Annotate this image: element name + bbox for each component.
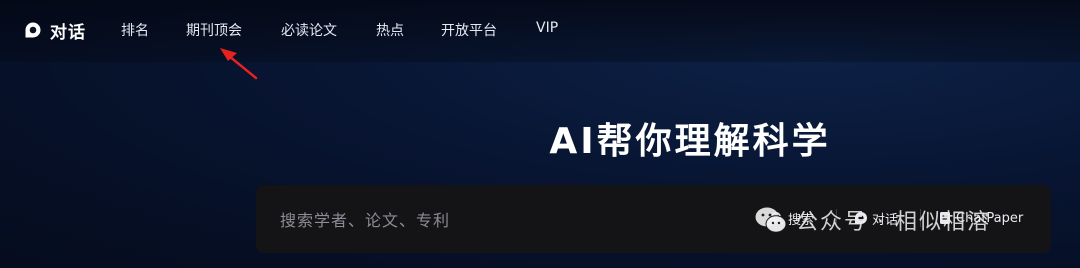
search-button-label: 搜索 [788,212,815,228]
nav-item-vip[interactable]: VIP [536,20,558,36]
hero-title: AI帮你理解科学 [549,121,831,162]
nav-item-must-read-papers[interactable]: 必读论文 [281,20,337,40]
nav-item-ranking[interactable]: 排名 [121,20,149,40]
divider [836,209,837,227]
search-box: 搜索学者、论文、专利 搜索 对话 ChatPaper [256,185,1051,253]
brand-chat-link[interactable]: 对话 [24,18,86,43]
search-icon [771,212,784,225]
top-navigation-bar: 对话 排名 期刊顶会 必读论文 热点 开放平台 VIP [0,0,1080,62]
divider [920,209,921,227]
document-icon [940,212,950,224]
chatpaper-button-label: ChatPaper [956,210,1024,226]
chat-bubble-icon [25,22,41,38]
search-input[interactable]: 搜索学者、论文、专利 [280,207,450,231]
chatpaper-button[interactable]: ChatPaper [938,207,1023,229]
nav-item-open-platform[interactable]: 开放平台 [441,20,497,40]
chat-button[interactable]: 对话 [854,207,898,229]
brand-label: 对话 [50,22,86,43]
nav-item-hot-topics[interactable]: 热点 [376,20,404,40]
chat-bubble-icon [855,212,867,224]
chat-button-label: 对话 [872,212,899,228]
search-button[interactable]: 搜索 [770,207,814,229]
nav-item-journals-conferences[interactable]: 期刊顶会 [186,20,242,40]
